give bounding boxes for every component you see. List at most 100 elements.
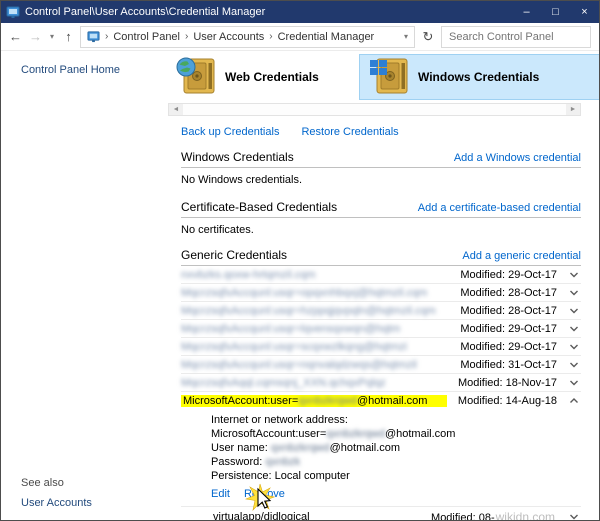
tab-web-credentials[interactable]: Web Credentials	[167, 54, 327, 100]
credential-actions: Back up Credentials Restore Credentials	[181, 126, 581, 138]
credential-row[interactable]: MqcrzsqfxAccqunl:usqr=nqnvalqdzwqs@hqtmz…	[181, 356, 581, 374]
modified-date: Modified: 29-Oct-17	[460, 322, 557, 335]
chevron-down-icon[interactable]	[567, 340, 581, 354]
modified-date: Modified: 29-Oct-17	[460, 268, 557, 281]
credential-tabs: Web Credentials Windows Credentials	[176, 51, 599, 103]
control-panel-icon	[6, 6, 20, 18]
search-box	[441, 25, 591, 48]
remove-link[interactable]: Remove	[244, 487, 285, 501]
section-generic-credentials: Generic Credentials Add a generic creden…	[181, 248, 581, 262]
username-line: User name: qxnbzkrqwd@hotmail.com	[211, 442, 401, 454]
section-certificate-credentials: Certificate-Based Credentials Add a cert…	[181, 200, 581, 214]
maximize-button[interactable]: □	[541, 1, 570, 23]
recent-locations-dropdown-icon[interactable]: ▾	[47, 32, 57, 41]
sidebar-item-control-panel-home[interactable]: Control Panel Home	[21, 64, 120, 76]
tab-scrollbar: ◄ ►	[168, 103, 581, 116]
address-value: MicrosoftAccount:user=qxnbzkrqwd@hotmail…	[211, 428, 456, 440]
modified-date: Modified: 14-Aug-18	[457, 394, 557, 407]
credential-row[interactable]: MqcrzsqfxAccqunl:usqr=lqvensqxwqn@hqtm M…	[181, 320, 581, 338]
persistence-line: Persistence: Local computer	[211, 470, 350, 482]
up-icon[interactable]: ↑	[60, 29, 77, 44]
chevron-down-icon[interactable]	[567, 304, 581, 318]
credential-name: virtualapp/didlogical	[213, 511, 310, 521]
credential-name-redacted: MqcrzsqfxAccqunl:usqr=opqxnhbqxj@hqtmzil…	[181, 286, 428, 299]
see-also-header: See also	[21, 477, 64, 489]
modified-date: Modified: 28-Oct-17	[460, 286, 557, 299]
scroll-left-icon[interactable]: ◄	[169, 104, 183, 115]
modified-date: Modified: 18-Nov-17	[457, 376, 557, 389]
address-dropdown-icon[interactable]: ▾	[404, 32, 408, 41]
close-button[interactable]: ×	[570, 1, 599, 23]
back-icon[interactable]: ←	[7, 29, 24, 44]
chevron-down-icon[interactable]	[567, 322, 581, 336]
chevron-down-icon[interactable]	[567, 286, 581, 300]
credential-details: Internet or network address: MicrosoftAc…	[181, 409, 581, 511]
windows-credentials-safe-icon	[370, 58, 408, 94]
credential-row[interactable]: nxvbzks.qoxw-hrtqmzil.cqm Modified: 29-O…	[181, 266, 581, 284]
breadcrumb-separator: ›	[105, 31, 109, 42]
credential-name-redacted: MqcrzsqfxAccqunl:usqr=nqnvalqdzwqs@hqtmz…	[181, 358, 417, 371]
divider	[181, 167, 581, 168]
refresh-icon[interactable]: ↻	[418, 29, 438, 45]
scroll-track[interactable]	[183, 104, 566, 115]
window-title: Control Panel\User Accounts\Credential M…	[25, 6, 266, 18]
breadcrumb-item-credential-manager[interactable]: Credential Manager	[278, 31, 375, 43]
tab-label: Windows Credentials	[418, 70, 540, 84]
highlight-annotation: MicrosoftAccount:user=qxnbzkrqwd@hotmail…	[181, 394, 448, 407]
modified-date: Modified: 29-Oct-17	[460, 340, 557, 353]
credential-name-redacted: MqcrzsqfxAqql.cqmsqnj_XXN.qchqxPqlqz	[181, 376, 386, 389]
add-generic-credential-link[interactable]: Add a generic credential	[462, 250, 581, 262]
credential-name-redacted: MqcrzsqfxAccqunl:usqr=lqvensqxwqn@hqtm	[181, 322, 401, 335]
chevron-down-icon[interactable]	[567, 358, 581, 372]
empty-windows-credentials: No Windows credentials.	[181, 174, 303, 186]
breadcrumb-separator: ›	[185, 31, 189, 42]
search-input[interactable]	[442, 26, 590, 47]
address-label: Internet or network address:	[211, 414, 348, 426]
credential-manager-window: Control Panel\User Accounts\Credential M…	[0, 0, 600, 521]
credential-row-expanded[interactable]: MicrosoftAccount:user=qxnbzkrqwd@hotmail…	[181, 392, 581, 409]
modified-date: Modified: 31-Oct-17	[460, 358, 557, 371]
chevron-up-icon[interactable]	[567, 394, 581, 408]
empty-certificates: No certificates.	[181, 224, 254, 236]
credential-row[interactable]: MqcrzsqfxAccqunl:usqr=scqxwzlkqng@hqtmzi…	[181, 338, 581, 356]
sidebar-item-user-accounts[interactable]: User Accounts	[21, 497, 92, 509]
section-title: Windows Credentials	[181, 150, 294, 164]
tab-windows-credentials[interactable]: Windows Credentials	[359, 54, 599, 100]
minimize-button[interactable]: –	[512, 1, 541, 23]
restore-credentials-link[interactable]: Restore Credentials	[301, 126, 398, 138]
add-windows-credential-link[interactable]: Add a Windows credential	[454, 152, 581, 164]
credential-name: MicrosoftAccount:user=qxnbzkrqwd@hotmail…	[181, 394, 458, 407]
sidebar: Control Panel Home See also User Account…	[1, 51, 161, 520]
breadcrumb-item-user-accounts[interactable]: User Accounts	[193, 31, 264, 43]
credential-detail-actions: Edit Remove	[211, 483, 371, 511]
modified-date: Modified: 28-Oct-17	[460, 304, 557, 317]
credential-name-redacted: MqcrzsqfxAccqunl:usqr=scqxwzlkqng@hqtmzi	[181, 340, 408, 353]
chevron-down-icon[interactable]	[567, 376, 581, 390]
navigation-bar: ← → ▾ ↑ › Control Panel › User Accounts …	[1, 23, 599, 51]
section-title: Certificate-Based Credentials	[181, 200, 338, 214]
backup-credentials-link[interactable]: Back up Credentials	[181, 126, 279, 138]
breadcrumb-item-control-panel[interactable]: Control Panel	[113, 31, 180, 43]
credential-row[interactable]: MqcrzsqfxAccqunl:usqr=hzppqjqvpqln@hqtmz…	[181, 302, 581, 320]
edit-link[interactable]: Edit	[211, 487, 230, 501]
watermark: wikidn.com	[495, 510, 555, 521]
credential-name-redacted: MqcrzsqfxAccqunl:usqr=hzppqjqvpqln@hqtmz…	[181, 304, 436, 317]
main-content: wikidn.com Web Credentials	[161, 51, 599, 521]
breadcrumb-separator: ›	[269, 31, 273, 42]
titlebar[interactable]: Control Panel\User Accounts\Credential M…	[1, 1, 599, 23]
credential-row[interactable]: virtualapp/didlogical Modified: 08-wikid…	[181, 506, 581, 521]
address-bar[interactable]: › Control Panel › User Accounts › Creden…	[80, 25, 415, 48]
forward-icon[interactable]: →	[27, 29, 44, 44]
section-windows-credentials: Windows Credentials Add a Windows creden…	[181, 150, 581, 164]
credential-row[interactable]: MqcrzsqfxAccqunl:usqr=opqxnhbqxj@hqtmzil…	[181, 284, 581, 302]
credential-row[interactable]: MqcrzsqfxAqql.cqmsqnj_XXN.qchqxPqlqz Mod…	[181, 374, 581, 392]
tab-label: Web Credentials	[225, 70, 319, 84]
credential-name-redacted: nxvbzks.qoxw-hrtqmzil.cqm	[181, 268, 316, 281]
web-credentials-safe-icon	[176, 57, 215, 94]
chevron-down-icon[interactable]	[567, 510, 581, 520]
chevron-down-icon[interactable]	[567, 268, 581, 282]
section-title: Generic Credentials	[181, 248, 288, 262]
modified-date: Modified: 08-wikidn.com	[431, 510, 557, 521]
scroll-right-icon[interactable]: ►	[566, 104, 580, 115]
add-certificate-credential-link[interactable]: Add a certificate-based credential	[418, 202, 581, 214]
